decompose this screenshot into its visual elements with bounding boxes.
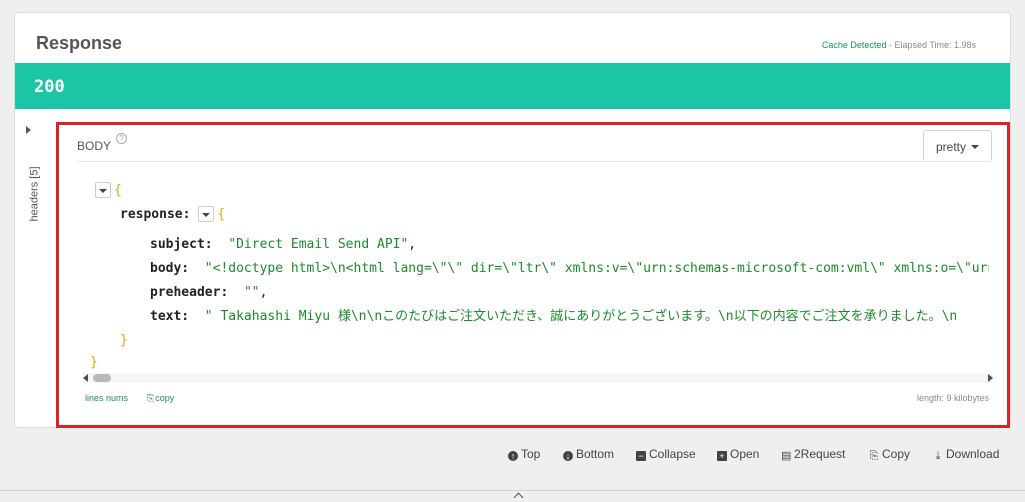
download-button[interactable]: ⤓ Download — [933, 447, 1000, 462]
divider — [77, 161, 991, 162]
scroll-left-icon[interactable] — [83, 374, 88, 382]
cache-info: Cache Detected - Elapsed Time: 1.98s — [822, 40, 976, 50]
expand-arrow-icon[interactable] — [26, 126, 31, 134]
copy-link[interactable]: ⎘copy — [147, 393, 174, 404]
status-code: 200 — [34, 77, 65, 97]
chevron-up-icon[interactable] — [513, 492, 524, 502]
status-bar: 200 — [15, 63, 1010, 109]
plus-square-icon: + — [717, 451, 727, 461]
help-icon[interactable]: ? — [116, 133, 127, 144]
arrow-down-circle-icon: ↓ — [563, 451, 573, 461]
arrow-up-circle-icon: ↑ — [508, 451, 518, 461]
copy-button[interactable]: ⎘ Copy — [869, 447, 910, 462]
minus-square-icon: − — [636, 451, 646, 461]
open-button[interactable]: + Open — [717, 447, 759, 461]
headers-count: [5] — [28, 166, 41, 179]
scroll-thumb[interactable] — [93, 374, 111, 382]
copy-icon: ⎘ — [869, 450, 879, 462]
json-root-close: } — [90, 355, 98, 370]
caret-down-icon — [971, 145, 979, 149]
lines-nums-link[interactable]: lines nums — [85, 393, 128, 403]
body-section: BODY ? pretty { response: { subject: "Di… — [56, 122, 1010, 428]
top-button[interactable]: ↑ Top — [508, 447, 540, 461]
headers-label: headers — [28, 181, 41, 222]
copy-link-label: copy — [155, 393, 175, 403]
json-field-preheader: preheader: "", — [150, 285, 268, 300]
json-field-text: text: " Takahashi Miyu 様\n\nこのたびはご注文いただき… — [150, 309, 958, 324]
collapse-toggle-icon[interactable] — [95, 181, 111, 198]
panel-title: Response — [36, 33, 123, 53]
to-request-button[interactable]: ▤ 2Request — [781, 447, 845, 462]
clipboard-icon: ▤ — [781, 450, 792, 462]
json-root-open: { — [95, 181, 122, 201]
format-select-value: pretty — [936, 140, 967, 154]
headers-tab[interactable]: headers [5] — [21, 122, 43, 242]
horizontal-scrollbar[interactable] — [83, 373, 993, 383]
scroll-right-icon[interactable] — [988, 374, 993, 382]
collapse-toggle-icon[interactable] — [198, 205, 215, 222]
bottom-button[interactable]: ↓ Bottom — [563, 447, 614, 461]
json-viewer: { response: { subject: "Direct Email Sen… — [59, 181, 989, 371]
copy-icon: ⎘ — [147, 393, 155, 403]
bottom-bar[interactable] — [0, 490, 1025, 502]
json-field-subject: subject: "Direct Email Send API", — [150, 237, 417, 252]
headers-tab-label[interactable]: headers [5] — [29, 166, 41, 221]
download-icon: ⤓ — [935, 450, 941, 462]
collapse-button[interactable]: − Collapse — [636, 447, 696, 461]
elapsed-time: - Elapsed Time: 1.98s — [886, 40, 976, 50]
json-response-line: response: { — [120, 205, 226, 222]
json-field-body: body: "<!doctype html>\n<html lang=\"\" … — [150, 261, 989, 276]
json-response-close: } — [120, 333, 128, 348]
cache-detected-label: Cache Detected — [821, 40, 887, 50]
body-label: BODY — [77, 139, 112, 153]
length-info: length: 9 kilobytes — [916, 393, 989, 403]
format-select[interactable]: pretty — [923, 130, 992, 160]
